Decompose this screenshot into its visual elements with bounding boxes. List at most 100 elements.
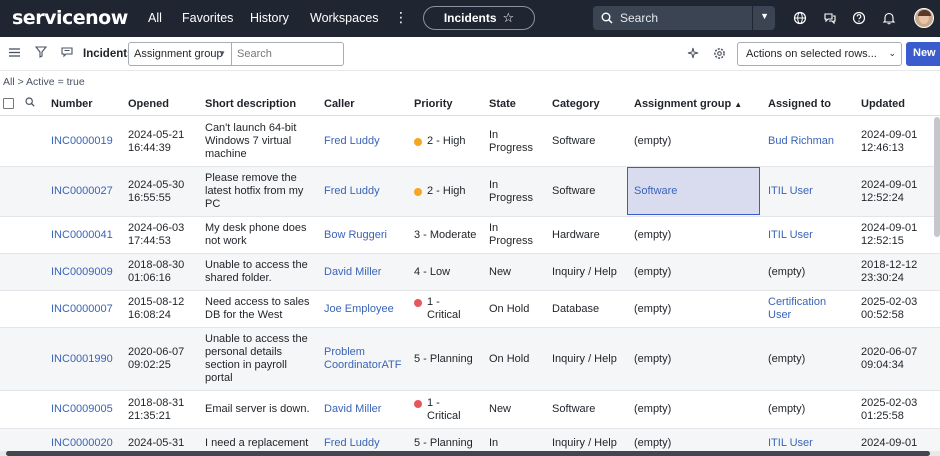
comment-icon[interactable] — [61, 46, 73, 61]
caller-link[interactable]: Joe Employee — [324, 291, 412, 327]
global-search[interactable]: Search ▼ — [593, 6, 775, 30]
user-avatar[interactable] — [914, 8, 934, 28]
assigned-to-cell[interactable]: Bud Richman — [768, 117, 858, 166]
updated-cell-line: 2024-09-01 — [861, 222, 918, 234]
current-app-pill[interactable]: Incidents ☆ — [423, 6, 535, 30]
short-description-cell-text: Need access to sales DB for the West — [205, 296, 310, 322]
incident-number-link[interactable]: INC0000019 — [51, 117, 126, 166]
incident-number-link[interactable]: INC0000007 — [51, 291, 126, 327]
assigned-to-cell[interactable]: Certification User — [768, 291, 858, 327]
nav-all[interactable]: All — [148, 11, 162, 25]
assigned-to-cell[interactable]: (empty) — [768, 391, 858, 428]
opened-cell-line: 2018-08-31 — [128, 396, 185, 409]
updated-cell: 2024-09-01 12:46:13 — [861, 117, 933, 166]
assignment-group-cell[interactable]: (empty) — [634, 291, 758, 327]
table-header: Number Opened Short description Caller P… — [0, 91, 940, 116]
incident-number-link[interactable]: INC0009009 — [51, 254, 126, 290]
column-state[interactable]: State — [489, 98, 516, 110]
chat-icon[interactable] — [823, 11, 837, 25]
column-assignment-group[interactable]: Assignment group ▲ — [634, 98, 742, 110]
globe-icon[interactable] — [793, 11, 807, 25]
opened-cell: 2015-08-12 16:08:24 — [128, 291, 203, 327]
caller-link[interactable]: Fred Luddy — [324, 167, 412, 216]
filter-icon[interactable] — [34, 46, 48, 61]
nav-workspaces[interactable]: Workspaces — [310, 11, 379, 25]
bell-icon[interactable] — [882, 11, 896, 25]
nav-favorites[interactable]: Favorites — [182, 11, 233, 25]
sparkle-icon[interactable] — [687, 47, 699, 62]
opened-cell: 2018-08-30 01:06:16 — [128, 254, 203, 290]
caller-link[interactable]: Fred Luddy — [324, 117, 412, 166]
incident-number-link[interactable]: INC0001990 — [51, 328, 126, 390]
short-description-cell-line: Can't launch 64-bit — [205, 122, 297, 134]
incident-number-link[interactable]: INC0000027 — [51, 167, 126, 216]
nav-history[interactable]: History — [250, 11, 289, 25]
horizontal-scrollbar-thumb[interactable] — [6, 451, 930, 456]
short-description-cell-text: Email server is down. — [205, 403, 310, 416]
chevron-down-icon[interactable]: ▼ — [760, 11, 769, 21]
updated-cell-line: 2025-02-03 — [861, 296, 918, 308]
breadcrumb[interactable]: All > Active = true — [3, 76, 85, 88]
servicenow-logo[interactable]: servicenow — [12, 7, 128, 29]
search-field-select[interactable]: Assignment group ▼ — [128, 42, 232, 66]
table-row[interactable]: INC0009009 2018-08-30 01:06:16 Unable to ac… — [0, 254, 940, 291]
column-number[interactable]: Number — [51, 98, 93, 110]
list-search-placeholder: Search — [237, 48, 272, 60]
caller-link[interactable]: David Miller — [324, 254, 412, 290]
column-caller[interactable]: Caller — [324, 98, 355, 110]
assignment-group-cell[interactable]: (empty) — [634, 117, 758, 166]
help-icon[interactable] — [852, 11, 866, 25]
assignment-group-cell[interactable]: (empty) — [634, 217, 758, 253]
priority-cell: 4 - Low — [414, 254, 487, 290]
column-priority[interactable]: Priority — [414, 98, 453, 110]
column-updated[interactable]: Updated — [861, 98, 905, 110]
incident-number-link-text: INC0000019 — [51, 135, 113, 148]
table-row[interactable]: INC0009005 2018-08-31 21:35:21 Email server… — [0, 391, 940, 429]
opened-cell-text: 2018-08-30 01:06:16 — [128, 259, 184, 285]
vertical-scrollbar[interactable] — [934, 117, 940, 237]
state-cell: On Hold — [489, 328, 549, 390]
caller-link[interactable]: Problem CoordinatorATF — [324, 328, 412, 390]
assigned-to-cell[interactable]: ITIL User — [768, 167, 858, 216]
caller-link-text: Fred Luddy — [324, 185, 380, 198]
star-icon[interactable]: ☆ — [503, 10, 515, 26]
new-button[interactable]: New — [906, 42, 940, 66]
current-app-label: Incidents — [443, 11, 497, 25]
list-search-input[interactable]: Search — [232, 42, 344, 66]
table-row[interactable]: INC0001990 2020-06-07 09:02:25 Unable to ac… — [0, 328, 940, 391]
assigned-to-cell-line: (empty) — [768, 352, 806, 365]
more-vertical-icon[interactable]: ⋮ — [394, 9, 408, 26]
table-row[interactable]: INC0000041 2024-06-03 17:44:53 My desk phon… — [0, 217, 940, 254]
assignment-group-cell[interactable]: Software — [634, 167, 758, 216]
table-row[interactable]: INC0000027 2024-05-30 16:55:55 Please remov… — [0, 167, 940, 217]
incident-number-link[interactable]: INC0009005 — [51, 391, 126, 428]
assignment-group-cell[interactable]: (empty) — [634, 254, 758, 290]
incident-number-link-text: INC0001990 — [51, 353, 113, 366]
menu-icon[interactable] — [9, 46, 20, 61]
column-category[interactable]: Category — [552, 98, 600, 110]
incident-number-link-text: INC0009009 — [51, 266, 113, 279]
assignment-group-cell[interactable]: (empty) — [634, 328, 758, 390]
column-opened[interactable]: Opened — [128, 98, 169, 110]
assigned-to-cell[interactable]: (empty) — [768, 328, 858, 390]
horizontal-scrollbar[interactable] — [0, 451, 940, 456]
column-assigned-to[interactable]: Assigned to — [768, 98, 831, 110]
table-row[interactable]: INC0000007 2015-08-12 16:08:24 Need access … — [0, 291, 940, 328]
select-all-checkbox[interactable] — [3, 98, 14, 109]
gear-icon[interactable] — [713, 47, 726, 63]
caller-link[interactable]: Bow Ruggeri — [324, 217, 412, 253]
column-search-icon[interactable] — [25, 97, 35, 110]
opened-cell-text: 2024-05-21 16:44:39 — [128, 129, 184, 155]
assigned-to-cell[interactable]: ITIL User — [768, 217, 858, 253]
column-short-description[interactable]: Short description — [205, 98, 296, 110]
incident-number-link[interactable]: INC0000041 — [51, 217, 126, 253]
assignment-group-cell[interactable]: (empty) — [634, 391, 758, 428]
assigned-to-cell[interactable]: (empty) — [768, 254, 858, 290]
caller-link[interactable]: David Miller — [324, 391, 412, 428]
actions-select[interactable]: Actions on selected rows... ⌄ — [737, 42, 902, 66]
assigned-to-cell-line: User — [768, 309, 792, 321]
updated-cell-line: 2018-12-12 — [861, 259, 918, 271]
assigned-to-cell-line: ITIL User — [768, 228, 813, 241]
priority-content: 3 - Moderate — [414, 229, 476, 242]
table-row[interactable]: INC0000019 2024-05-21 16:44:39 Can't launch… — [0, 117, 940, 167]
